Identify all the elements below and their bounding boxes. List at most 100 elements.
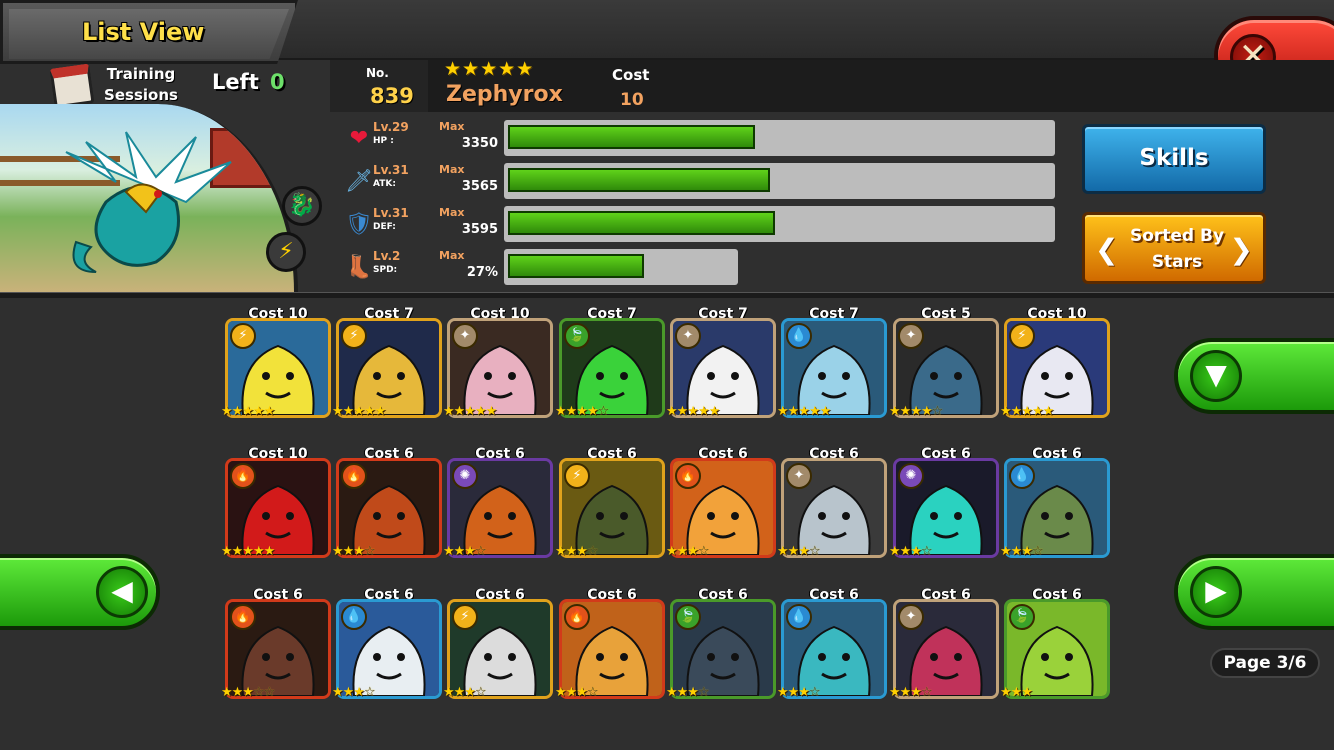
- card-frame: 🔥: [336, 458, 442, 558]
- monster-stars: ★★★★★: [444, 58, 535, 80]
- card-stars: ★★★☆: [666, 544, 710, 559]
- card-frame: ✦: [670, 318, 776, 418]
- card-frame: ✦: [447, 318, 553, 418]
- monster-card[interactable]: Cost 7 🍃 ★★★★☆: [555, 306, 671, 436]
- card-frame: ✦: [893, 318, 999, 418]
- monster-card[interactable]: Cost 5 ✦ ★★★★☆: [889, 306, 1005, 436]
- filter-button[interactable]: ▼: [1174, 338, 1334, 414]
- stat-name: ATK:: [373, 179, 396, 189]
- card-stars: ★★★★★: [777, 404, 831, 419]
- card-frame: 🔥: [225, 458, 331, 558]
- card-frame: ⚡: [225, 318, 331, 418]
- monster-card[interactable]: Cost 6 🍃 ★★★: [1000, 587, 1116, 717]
- card-frame: ⚡: [447, 599, 553, 699]
- monster-card[interactable]: Cost 7 💧 ★★★★★: [777, 306, 893, 436]
- monster-card[interactable]: Cost 6 🔥 ★★★☆☆: [221, 587, 337, 717]
- boot-icon: 👢: [345, 255, 373, 280]
- stat-value: 27%: [466, 265, 498, 280]
- stat-max: Max: [439, 206, 465, 219]
- fire-element-icon: 🔥: [230, 604, 256, 630]
- monster-cost: 10: [620, 90, 644, 110]
- stat-row: 👢 Lv.2 SPD: Max 27%: [340, 249, 1060, 289]
- fire-element-icon: 🔥: [564, 604, 590, 630]
- stat-bar: [504, 120, 1055, 156]
- prev-page-button[interactable]: ◀: [0, 554, 160, 630]
- nature-element-icon: 🍃: [1009, 604, 1035, 630]
- monster-card[interactable]: Cost 6 🔥 ★★★☆: [666, 446, 782, 576]
- list-view-screen: List View ✕ Training Sessions Left 0 🐉 ⚡…: [0, 0, 1334, 750]
- sort-button[interactable]: ❮ Sorted By Stars ❯: [1082, 212, 1266, 284]
- card-stars: ★★★★★: [221, 544, 275, 559]
- lightning-element-icon[interactable]: ⚡: [266, 232, 306, 272]
- monster-card[interactable]: Cost 10 ⚡ ★★★★★: [1000, 306, 1116, 436]
- skills-button[interactable]: Skills: [1082, 124, 1266, 194]
- stat-max: Max: [439, 163, 465, 176]
- card-stars: ★★★☆: [889, 544, 933, 559]
- stat-value: 3565: [461, 179, 498, 194]
- card-frame: 🍃: [670, 599, 776, 699]
- stat-bar-fill: [508, 211, 775, 235]
- dark-element-icon: ✺: [452, 463, 478, 489]
- card-stars: ★★★☆: [777, 544, 821, 559]
- card-frame: 💧: [336, 599, 442, 699]
- monster-card[interactable]: Cost 6 🍃 ★★★☆: [666, 587, 782, 717]
- card-stars: ★★★☆☆: [221, 685, 275, 700]
- monster-card[interactable]: Cost 7 ✦ ★★★★★: [666, 306, 782, 436]
- lightning-element-icon: ⚡: [564, 463, 590, 489]
- lightning-element-icon: ⚡: [230, 323, 256, 349]
- water-element-icon: 💧: [341, 604, 367, 630]
- monster-card[interactable]: Cost 10 ✦ ★★★★★: [443, 306, 559, 436]
- nature-element-icon: 🍃: [564, 323, 590, 349]
- monster-card[interactable]: Cost 6 💧 ★★★☆: [777, 587, 893, 717]
- card-stars: ★★★☆: [332, 544, 376, 559]
- monster-number: 839: [370, 84, 414, 108]
- stat-bar-fill: [508, 125, 755, 149]
- stat-bar: [504, 206, 1055, 242]
- monster-card[interactable]: Cost 6 ⚡ ★★★☆: [555, 446, 671, 576]
- skills-label: Skills: [1139, 145, 1209, 171]
- stat-max: Max: [439, 120, 465, 133]
- card-frame: ⚡: [336, 318, 442, 418]
- card-stars: ★★★★★: [1000, 404, 1054, 419]
- monster-card[interactable]: Cost 6 💧 ★★★☆: [332, 587, 448, 717]
- arrow-right-icon: ▶: [1190, 566, 1242, 618]
- neutral-element-icon: ✦: [786, 463, 812, 489]
- fire-element-icon: 🔥: [341, 463, 367, 489]
- monster-card[interactable]: Cost 10 🔥 ★★★★★: [221, 446, 337, 576]
- monster-card[interactable]: Cost 6 ⚡ ★★★☆: [443, 587, 559, 717]
- sword-icon: 🗡: [345, 169, 373, 194]
- stat-row: 🗡 Lv.31 ATK: Max 3565: [340, 163, 1060, 203]
- number-label: No.: [366, 66, 389, 80]
- card-stars: ★★★★☆: [889, 404, 943, 419]
- card-frame: 💧: [781, 318, 887, 418]
- stat-level: Lv.29: [373, 120, 409, 134]
- card-frame: 🍃: [1004, 599, 1110, 699]
- monster-card[interactable]: Cost 10 ⚡ ★★★★★: [221, 306, 337, 436]
- card-stars: ★★★☆: [443, 544, 487, 559]
- neutral-element-icon: ✦: [452, 323, 478, 349]
- monster-card[interactable]: Cost 6 ✦ ★★★☆: [777, 446, 893, 576]
- card-frame: ✺: [893, 458, 999, 558]
- stat-level: Lv.31: [373, 206, 409, 220]
- page-indicator: Page 3/6: [1210, 648, 1320, 678]
- sort-label-line1: Sorted By: [1129, 226, 1225, 246]
- monster-card[interactable]: Cost 6 💧 ★★★☆: [1000, 446, 1116, 576]
- stat-level: Lv.2: [373, 249, 401, 263]
- card-stars: ★★★☆: [1000, 544, 1044, 559]
- monster-card[interactable]: Cost 6 ✺ ★★★☆: [443, 446, 559, 576]
- monster-card[interactable]: Cost 6 🔥 ★★★☆: [332, 446, 448, 576]
- sort-next-icon[interactable]: ❯: [1230, 233, 1253, 266]
- card-stars: ★★★★☆: [555, 404, 609, 419]
- monster-card[interactable]: Cost 6 🔥 ★★★☆: [555, 587, 671, 717]
- divider: [0, 292, 1334, 298]
- dragon-element-icon[interactable]: 🐉: [282, 186, 322, 226]
- card-stars: ★★★★★: [221, 404, 275, 419]
- monster-card[interactable]: Cost 6 ✺ ★★★☆: [889, 446, 1005, 576]
- monster-card[interactable]: Cost 6 ✦ ★★★☆: [889, 587, 1005, 717]
- neutral-element-icon: ✦: [898, 323, 924, 349]
- next-page-button[interactable]: ▶: [1174, 554, 1334, 630]
- stat-row: ❤ Lv.29 HP : Max 3350: [340, 120, 1060, 160]
- monster-card[interactable]: Cost 7 ⚡ ★★★★★: [332, 306, 448, 436]
- stat-name: HP :: [373, 136, 394, 146]
- card-frame: 🔥: [559, 599, 665, 699]
